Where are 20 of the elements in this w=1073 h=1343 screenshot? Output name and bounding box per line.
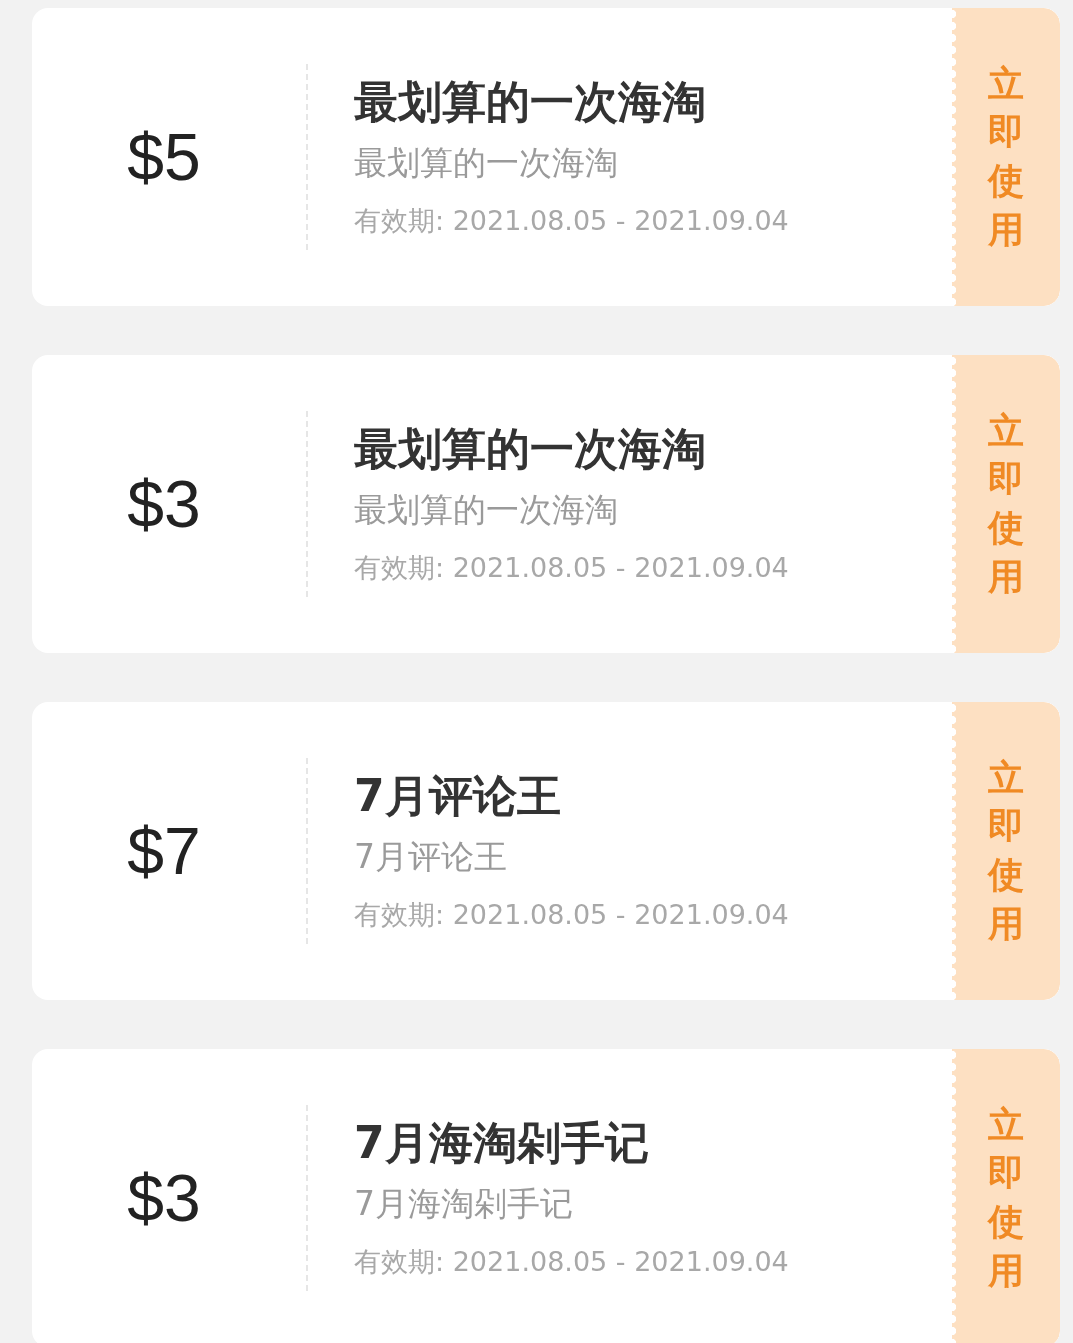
use-now-button[interactable]: 立即使用 bbox=[952, 702, 1060, 1000]
coupon-subtitle: 最划算的一次海淘 bbox=[354, 143, 619, 183]
validity-period: 有效期: 2021.08.05 - 2021.09.04 bbox=[354, 1244, 790, 1279]
coupon-title: 7月海淘剁手记 bbox=[354, 1117, 650, 1171]
use-now-button[interactable]: 立即使用 bbox=[952, 355, 1060, 653]
coupon-subtitle: 7月海淘剁手记 bbox=[354, 1184, 574, 1224]
coupon-amount: $7 bbox=[126, 813, 202, 890]
validity-period: 有效期: 2021.08.05 - 2021.09.04 bbox=[354, 897, 790, 932]
coupon-title: 最划算的一次海淘 bbox=[354, 423, 707, 477]
coupon-title: 最划算的一次海淘 bbox=[354, 76, 707, 130]
coupon-subtitle: 7月评论王 bbox=[354, 837, 508, 877]
coupon-amount: $3 bbox=[126, 466, 202, 543]
validity-period: 有效期: 2021.08.05 - 2021.09.04 bbox=[354, 550, 790, 585]
coupon-amount: $5 bbox=[126, 119, 202, 196]
coupon-title: 7月评论王 bbox=[354, 770, 562, 824]
use-now-button[interactable]: 立即使用 bbox=[952, 8, 1060, 306]
coupon-amount: $3 bbox=[126, 1160, 202, 1237]
coupon-subtitle: 最划算的一次海淘 bbox=[354, 490, 619, 530]
use-now-button[interactable]: 立即使用 bbox=[952, 1049, 1060, 1343]
validity-period: 有效期: 2021.08.05 - 2021.09.04 bbox=[354, 203, 790, 238]
